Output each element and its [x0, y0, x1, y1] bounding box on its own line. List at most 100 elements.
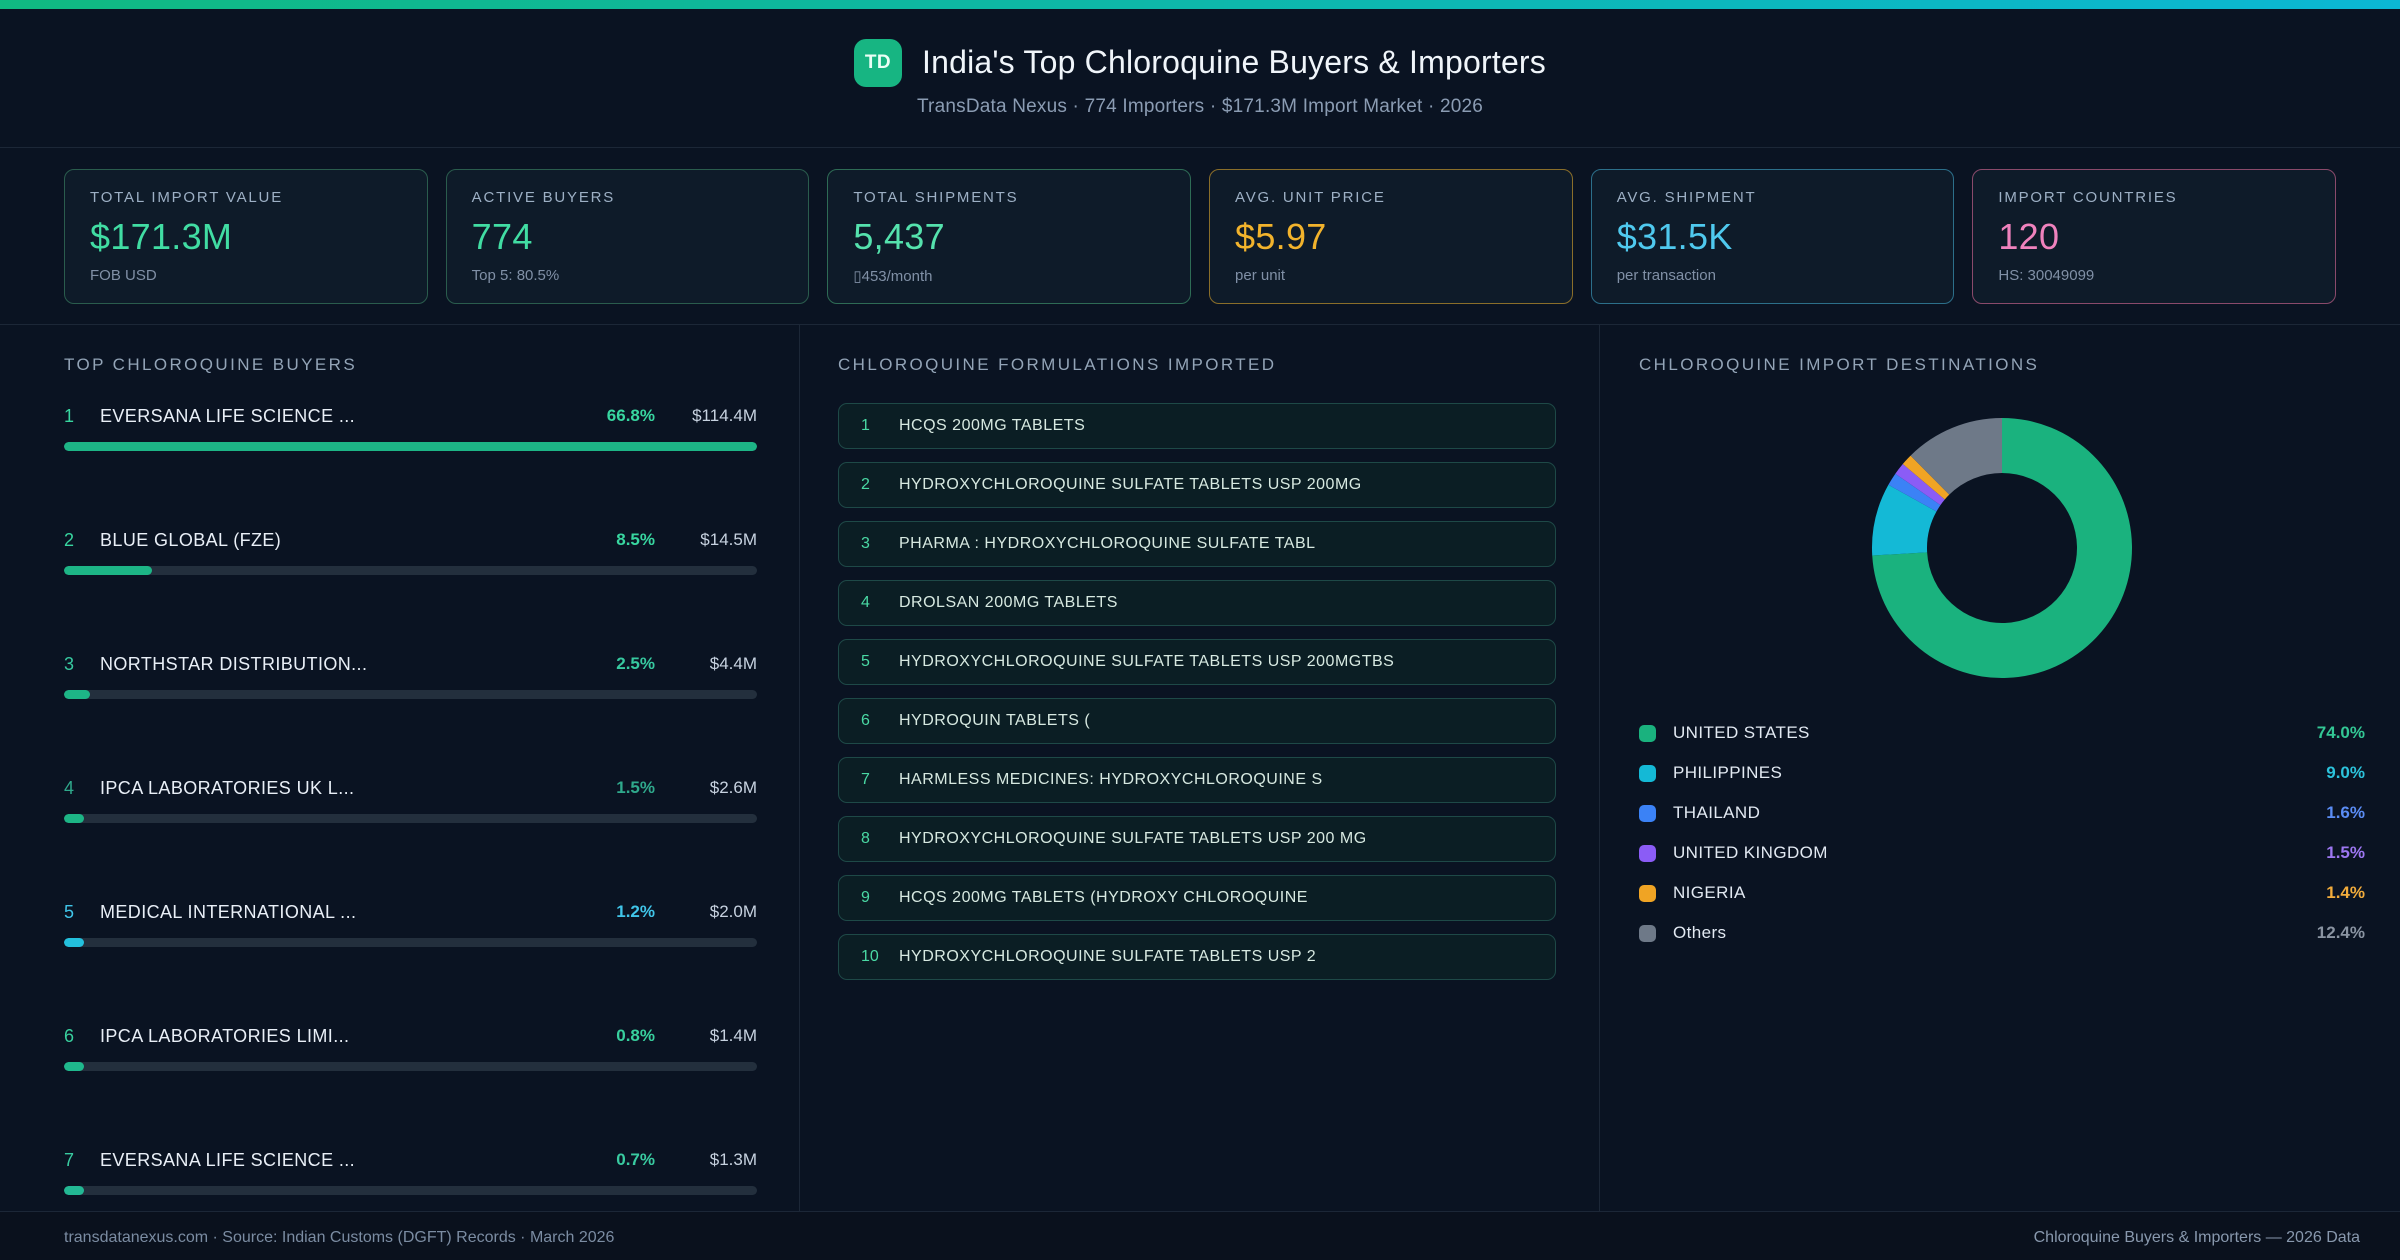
formulation-item[interactable]: 4 DROLSAN 200MG TABLETS	[838, 580, 1556, 626]
formulations-list: 1 HCQS 200MG TABLETS 2 HYDROXYCHLOROQUIN…	[838, 403, 1556, 980]
formulation-rank: 4	[861, 594, 870, 611]
formulation-name: PHARMA : HYDROXYCHLOROQUINE SULFATE TABL	[899, 535, 1316, 552]
buyer-list-item: 1 EVERSANA LIFE SCIENCE ... 66.8% $114.4…	[64, 403, 757, 451]
kpi-value: 5,437	[853, 216, 945, 257]
buyer-share-percent: 8.5%	[616, 530, 655, 549]
page-subtitle: TransData Nexus · 774 Importers · $171.3…	[916, 95, 1484, 117]
formulation-rank: 9	[861, 889, 870, 906]
formulation-rank: 8	[861, 830, 870, 847]
buyer-rank: 3	[64, 653, 75, 674]
kpi-subtext: FOB USD	[90, 267, 157, 284]
dashboard-page: TD India's Top Chloroquine Buyers & Impo…	[0, 0, 2400, 1260]
buyer-share-bar-fill	[64, 814, 84, 823]
app-logo: TD	[853, 38, 902, 87]
legend-row: UNITED STATES 74.0%	[1639, 713, 2365, 753]
legend-country-label: THAILAND	[1673, 803, 1761, 822]
buyer-row: 1 EVERSANA LIFE SCIENCE ... 66.8% $114.4…	[64, 403, 757, 429]
kpi-subtext: per unit	[1235, 267, 1286, 284]
formulation-item[interactable]: 5 HYDROXYCHLOROQUINE SULFATE TABLETS USP…	[838, 639, 1556, 685]
formulation-rank: 6	[861, 712, 870, 729]
buyers-panel: TOP CHLOROQUINE BUYERS 1 EVERSANA LIFE S…	[0, 325, 800, 1211]
formulation-item[interactable]: 10 HYDROXYCHLOROQUINE SULFATE TABLETS US…	[838, 934, 1556, 980]
kpi-label: ACTIVE BUYERS	[471, 189, 616, 206]
legend-percent-value: 1.4%	[2326, 883, 2365, 902]
formulation-item[interactable]: 7 HARMLESS MEDICINES: HYDROXYCHLOROQUINE…	[838, 757, 1556, 803]
buyer-share-bar-fill	[64, 1186, 84, 1195]
buyer-list-item: 2 BLUE GLOBAL (FZE) 8.5% $14.5M	[64, 527, 757, 575]
buyer-share-percent: 0.8%	[616, 1026, 655, 1045]
formulation-item[interactable]: 1 HCQS 200MG TABLETS	[838, 403, 1556, 449]
buyer-import-value: $1.4M	[709, 1026, 757, 1045]
legend-row: UNITED KINGDOM 1.5%	[1639, 833, 2365, 873]
buyer-row: 5 MEDICAL INTERNATIONAL ... 1.2% $2.0M	[64, 899, 757, 925]
formulation-rank: 3	[861, 535, 870, 552]
kpi-label: IMPORT COUNTRIES	[1998, 189, 2178, 206]
formulation-item[interactable]: 9 HCQS 200MG TABLETS (HYDROXY CHLOROQUIN…	[838, 875, 1556, 921]
kpi-card: TOTAL SHIPMENTS 5,437 ▯453/month	[827, 169, 1192, 304]
kpi-subtext: per transaction	[1616, 267, 1716, 284]
kpi-label: AVG. UNIT PRICE	[1235, 189, 1386, 206]
buyer-rank: 6	[64, 1025, 75, 1046]
formulation-name: HYDROQUIN TABLETS (	[899, 712, 1091, 729]
legend-color-swatch	[1639, 884, 1656, 902]
buyer-share-bar-track	[64, 1186, 757, 1195]
buyer-rank: 5	[64, 901, 75, 922]
legend-row: NIGERIA 1.4%	[1639, 873, 2365, 913]
legend-country-label: NIGERIA	[1673, 883, 1746, 902]
footer-source-text: transdatanexus.com · Source: Indian Cust…	[64, 1228, 615, 1246]
legend-percent-value: 1.5%	[2326, 843, 2365, 862]
formulation-name: HARMLESS MEDICINES: HYDROXYCHLOROQUINE S	[899, 771, 1323, 788]
buyer-name: EVERSANA LIFE SCIENCE ...	[100, 405, 356, 426]
buyers-list: 1 EVERSANA LIFE SCIENCE ... 66.8% $114.4…	[64, 403, 757, 1195]
formulation-item[interactable]: 6 HYDROQUIN TABLETS (	[838, 698, 1556, 744]
buyer-share-bar-fill	[64, 690, 90, 699]
kpi-card: IMPORT COUNTRIES 120 HS: 30049099	[1972, 169, 2337, 304]
formulation-name: DROLSAN 200MG TABLETS	[899, 594, 1118, 611]
kpi-card: AVG. SHIPMENT $31.5K per transaction	[1590, 169, 1955, 304]
buyer-share-percent: 1.2%	[616, 902, 655, 921]
header-title-row: TD India's Top Chloroquine Buyers & Impo…	[853, 38, 1546, 87]
buyer-share-bar-track	[64, 938, 757, 947]
buyer-row: 7 EVERSANA LIFE SCIENCE ... 0.7% $1.3M	[64, 1147, 757, 1173]
buyer-name: NORTHSTAR DISTRIBUTION...	[100, 653, 368, 674]
legend-color-swatch	[1639, 804, 1656, 822]
formulation-rank: 10	[861, 948, 879, 965]
buyers-heading: TOP CHLOROQUINE BUYERS	[64, 355, 358, 374]
kpi-card: TOTAL IMPORT VALUE $171.3M FOB USD	[64, 169, 428, 304]
buyer-share-bar-track	[64, 1062, 757, 1071]
buyer-row: 3 NORTHSTAR DISTRIBUTION... 2.5% $4.4M	[64, 651, 757, 677]
buyer-name: IPCA LABORATORIES LIMI...	[100, 1025, 350, 1046]
destinations-panel: CHLOROQUINE IMPORT DESTINATIONS UNITED S…	[1600, 325, 2400, 1211]
legend-percent-value: 12.4%	[2316, 923, 2365, 942]
kpi-value: $5.97	[1235, 216, 1327, 257]
buyer-share-bar-track	[64, 690, 757, 699]
destinations-heading: CHLOROQUINE IMPORT DESTINATIONS	[1639, 355, 2040, 374]
formulation-item[interactable]: 3 PHARMA : HYDROXYCHLOROQUINE SULFATE TA…	[838, 521, 1556, 567]
donut-chart-wrap	[1639, 416, 2365, 680]
formulation-name: HYDROXYCHLOROQUINE SULFATE TABLETS USP 2…	[899, 476, 1362, 493]
buyer-rank: 4	[64, 777, 75, 798]
top-accent-bar	[0, 0, 2400, 9]
formulation-rank: 2	[861, 476, 870, 493]
formulation-item[interactable]: 8 HYDROXYCHLOROQUINE SULFATE TABLETS USP…	[838, 816, 1556, 862]
legend-country-label: UNITED STATES	[1673, 723, 1810, 742]
formulation-item[interactable]: 2 HYDROXYCHLOROQUINE SULFATE TABLETS USP…	[838, 462, 1556, 508]
legend-row: THAILAND 1.6%	[1639, 793, 2365, 833]
footer-report-label: Chloroquine Buyers & Importers — 2026 Da…	[2033, 1228, 2360, 1246]
legend-percent-value: 9.0%	[2326, 763, 2365, 782]
buyer-share-bar-fill	[64, 442, 757, 451]
footer: transdatanexus.com · Source: Indian Cust…	[0, 1211, 2400, 1260]
buyer-import-value: $14.5M	[700, 530, 757, 549]
buyer-name: EVERSANA LIFE SCIENCE ...	[100, 1149, 356, 1170]
destinations-legend: UNITED STATES 74.0% PHILIPPINES 9.0% THA…	[1639, 713, 2365, 953]
kpi-subtext: ▯453/month	[853, 268, 933, 285]
buyer-import-value: $4.4M	[709, 654, 757, 673]
buyer-name: IPCA LABORATORIES UK L...	[100, 777, 355, 798]
page-title: India's Top Chloroquine Buyers & Importe…	[921, 44, 1546, 80]
buyer-rank: 2	[64, 529, 75, 550]
buyer-share-bar-fill	[64, 938, 84, 947]
kpi-label: TOTAL SHIPMENTS	[853, 189, 1019, 206]
buyer-share-percent: 2.5%	[616, 654, 655, 673]
formulation-name: HYDROXYCHLOROQUINE SULFATE TABLETS USP 2	[899, 948, 1317, 965]
buyer-share-percent: 0.7%	[616, 1150, 655, 1169]
